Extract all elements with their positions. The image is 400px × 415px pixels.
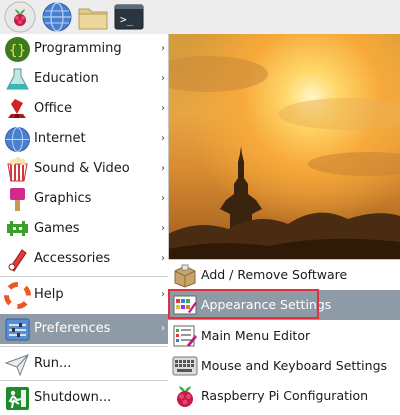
sound-video-icon [7,157,28,182]
programming-icon: {} [5,37,30,62]
main-menu: {} Programming › Education › Office › In… [0,34,169,414]
web-browser-button[interactable] [41,1,73,33]
raspberry-menu-button[interactable] [4,1,36,33]
globe-icon [42,2,72,32]
menu-item-label: Preferences [34,321,111,336]
internet-icon [5,127,30,152]
raspberry-logo-icon [4,1,36,33]
submenu-item-main-menu-editor[interactable]: Main Menu Editor [168,321,400,351]
games-icon [7,221,28,236]
svg-text:{}: {} [9,43,26,59]
menu-separator [0,346,168,347]
menu-item-games[interactable]: Games › [0,214,168,244]
submenu-arrow-icon: › [161,289,165,300]
menu-item-label: Office [34,101,72,116]
shutdown-icon [6,387,29,410]
run-icon [4,354,29,377]
submenu-item-add-remove-software[interactable]: Add / Remove Software [168,260,400,290]
menu-item-programming[interactable]: {} Programming › [0,34,168,64]
keyboard-icon [172,356,198,376]
terminal-icon: >_ [114,4,144,30]
graphics-icon [10,188,25,211]
menu-item-label: Sound & Video [34,161,130,176]
menu-item-label: Internet [34,131,86,146]
submenu-item-raspberry-pi-configuration[interactable]: Raspberry Pi Configuration [168,381,400,411]
help-icon [4,282,31,309]
menu-item-internet[interactable]: Internet › [0,124,168,154]
submenu-arrow-icon: › [161,43,165,54]
annotation-highlight-box [168,289,319,319]
desktop-wallpaper [168,34,400,260]
menu-item-label: Accessories [34,251,111,266]
menu-item-label: Graphics [34,191,92,206]
menu-item-label: Run... [34,356,72,371]
menu-item-label: Help [34,287,64,302]
taskbar: >_ [0,0,400,35]
pagoda-sunset-image [168,56,400,260]
svg-text:>_: >_ [120,13,134,26]
folder-icon [78,8,108,30]
submenu-arrow-icon: › [161,223,165,234]
terminal-button[interactable]: >_ [113,1,145,33]
menu-separator [0,380,168,381]
package-icon [174,264,196,288]
submenu-arrow-icon: › [161,73,165,84]
menu-item-sound-video[interactable]: Sound & Video › [0,154,168,184]
menu-item-label: Games [34,221,80,236]
file-manager-button[interactable] [77,1,109,33]
menu-item-label: Shutdown... [34,390,112,405]
submenu-arrow-icon: › [161,103,165,114]
submenu-item-label: Mouse and Keyboard Settings [201,358,388,373]
submenu-arrow-icon: › [161,193,165,204]
menu-editor-icon [173,325,197,347]
menu-item-education[interactable]: Education › [0,64,168,94]
menu-item-label: Programming [34,41,122,56]
menu-item-label: Education [34,71,99,86]
submenu-arrow-icon: › [161,323,165,334]
accessories-icon [8,249,27,272]
submenu-arrow-icon: › [161,253,165,264]
preferences-submenu: Add / Remove Software Appearance Setting… [168,259,400,415]
submenu-item-mouse-keyboard-settings[interactable]: Mouse and Keyboard Settings [168,351,400,381]
submenu-item-label: Main Menu Editor [201,328,311,343]
menu-item-preferences[interactable]: Preferences › [0,314,168,344]
submenu-arrow-icon: › [161,163,165,174]
menu-item-help[interactable]: Help › [0,280,168,310]
menu-item-shutdown[interactable]: Shutdown... [0,383,168,413]
menu-item-graphics[interactable]: Graphics › [0,184,168,214]
education-icon [6,68,29,90]
submenu-arrow-icon: › [161,133,165,144]
submenu-item-label: Add / Remove Software [201,267,348,282]
raspberry-icon [177,386,193,407]
preferences-icon [5,318,30,341]
menu-item-office[interactable]: Office › [0,94,168,124]
menu-item-run[interactable]: Run... [0,349,168,379]
submenu-item-label: Raspberry Pi Configuration [201,388,369,403]
menu-item-accessories[interactable]: Accessories › [0,244,168,274]
office-icon [8,99,26,118]
menu-separator [0,276,168,277]
